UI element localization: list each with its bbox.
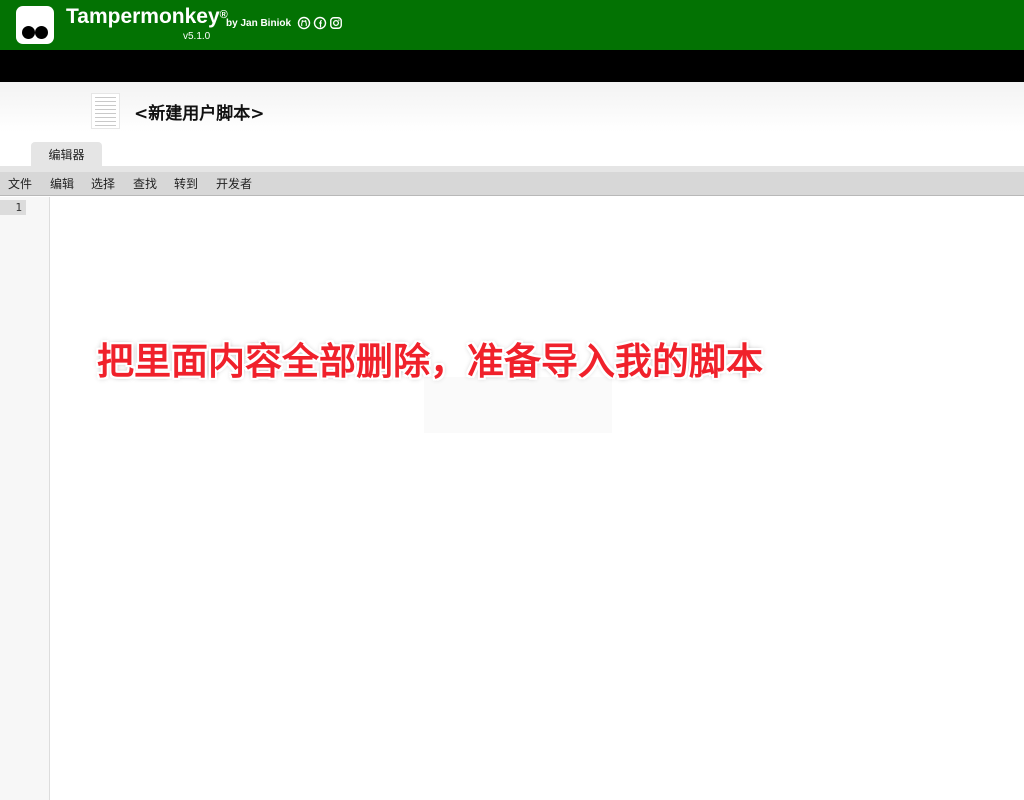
app-header: Tampermonkey® v5.1.0 by Jan Biniok — [0, 0, 1024, 50]
script-icon — [91, 93, 120, 129]
menu-goto[interactable]: 转到 — [174, 172, 198, 196]
nav-bar — [0, 50, 1024, 82]
logo-left-eye — [22, 26, 35, 39]
facebook-icon[interactable] — [313, 16, 327, 30]
menu-developer[interactable]: 开发者 — [216, 172, 252, 196]
app-version: v5.1.0 — [183, 31, 211, 42]
tab-editor[interactable]: 编辑器 — [31, 142, 102, 166]
menu-select[interactable]: 选择 — [91, 172, 115, 196]
code-editor[interactable] — [51, 197, 1024, 800]
instruction-annotation: 把里面内容全部删除，准备导入我的脚本 — [97, 340, 763, 383]
tampermonkey-logo-icon[interactable] — [16, 6, 54, 44]
author-link[interactable]: by Jan Biniok — [226, 17, 291, 31]
editor-menubar: 文件 编辑 选择 查找 转到 开发者 — [0, 172, 1024, 196]
logo-right-eye — [35, 26, 48, 39]
instagram-icon[interactable] — [329, 16, 343, 30]
tab-bar: 编辑器 — [0, 142, 1024, 166]
menu-find[interactable]: 查找 — [133, 172, 157, 196]
app-name-text: Tampermonkey — [66, 5, 220, 28]
social-links — [297, 16, 343, 30]
github-icon[interactable] — [297, 16, 311, 30]
menu-file[interactable]: 文件 — [8, 172, 32, 196]
line-gutter: 1 — [0, 197, 50, 800]
app-name: Tampermonkey® — [66, 4, 228, 30]
menu-edit[interactable]: 编辑 — [50, 172, 74, 196]
script-title: <新建用户脚本> — [134, 104, 265, 124]
line-number: 1 — [0, 200, 26, 215]
